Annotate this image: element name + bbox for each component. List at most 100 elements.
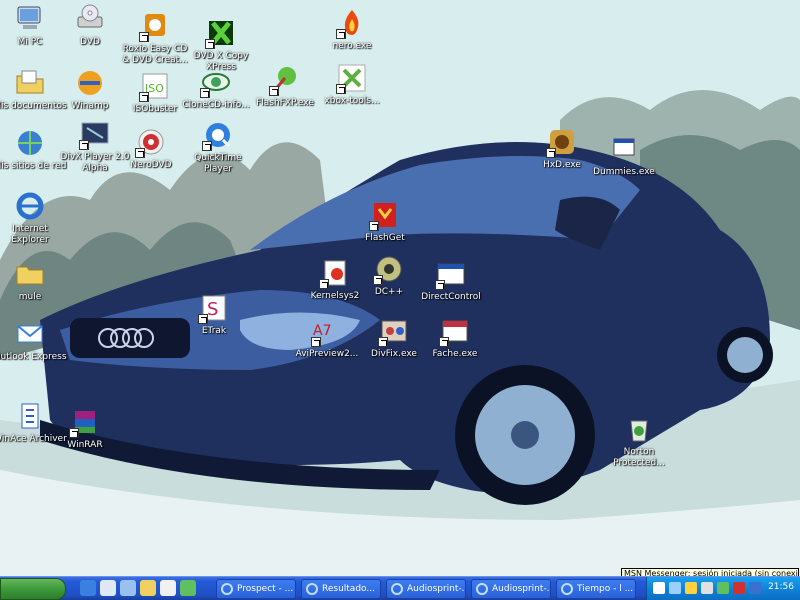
isobuster-icon: ISO bbox=[139, 70, 171, 102]
taskbar-button[interactable]: Resultado... bbox=[301, 579, 381, 599]
shortcut-arrow-icon bbox=[336, 84, 346, 94]
desktop-icon-flashfxp[interactable]: FlashFXP.exe bbox=[248, 64, 322, 109]
desktop-icon-winamp[interactable]: Winamp bbox=[53, 67, 127, 112]
avipreview-icon: A7 bbox=[311, 315, 343, 347]
icon-label: Fache.exe bbox=[432, 349, 478, 359]
taskbar-button[interactable]: Audiosprint-... bbox=[386, 579, 466, 599]
icon-label: Mis sitios de red bbox=[0, 161, 67, 171]
taskbar-button[interactable]: Prospect - ... bbox=[216, 579, 296, 599]
nero-flame-icon bbox=[336, 7, 368, 39]
desktop-icon-dvdxcopy[interactable]: DVD X Copy XPress bbox=[184, 17, 258, 73]
desktop-icon-norton-protected[interactable]: Norton Protected... bbox=[602, 413, 676, 469]
fache-icon bbox=[439, 315, 471, 347]
shortcut-arrow-icon bbox=[319, 279, 329, 289]
svg-text:S: S bbox=[207, 299, 218, 320]
antivirus-icon[interactable] bbox=[685, 582, 697, 594]
desktop-icon-directcontrol[interactable]: DirectControl bbox=[414, 258, 488, 303]
icon-label: NeroDVD bbox=[130, 160, 172, 170]
folder-icon bbox=[14, 258, 46, 290]
taskbar-button-label: Audiosprint-... bbox=[492, 584, 551, 594]
quick-launch-bar bbox=[80, 580, 196, 598]
icon-label: Winamp bbox=[71, 101, 109, 111]
internet-explorer-icon bbox=[14, 190, 46, 222]
outlook-express-icon bbox=[14, 318, 46, 350]
system-tray: 21:56 bbox=[646, 577, 800, 600]
icon-label: DVD bbox=[80, 37, 100, 47]
shortcut-arrow-icon bbox=[378, 337, 388, 347]
roxio-icon bbox=[139, 10, 171, 42]
desktop-icon-quicktime[interactable]: QuickTime Player bbox=[181, 119, 255, 175]
desktop-icon-mis-sitios-de-red[interactable]: Mis sitios de red bbox=[0, 127, 67, 172]
desktop-icon-nero[interactable]: nero.exe bbox=[315, 7, 389, 52]
hxdd-icon bbox=[546, 126, 578, 158]
internet-explorer-icon bbox=[220, 582, 234, 596]
desktop-icon-winrar[interactable]: WinRAR bbox=[48, 406, 122, 451]
desktop-icon-flashget[interactable]: FlashGet bbox=[348, 199, 422, 244]
desktop-icon-dummies[interactable]: Dummies.exe bbox=[587, 133, 661, 178]
desktop-icon-dvd[interactable]: DVD bbox=[53, 3, 127, 48]
divfix-icon bbox=[378, 315, 410, 347]
icon-label: QuickTime Player bbox=[194, 153, 242, 174]
shortcut-arrow-icon bbox=[369, 221, 379, 231]
icon-label: DirectControl bbox=[421, 292, 481, 302]
media-player-icon[interactable] bbox=[160, 580, 176, 596]
quicktime-icon bbox=[202, 119, 234, 151]
network-globe-icon bbox=[14, 127, 46, 159]
messenger-icon[interactable] bbox=[717, 582, 729, 594]
icon-label: Dummies.exe bbox=[593, 167, 655, 177]
desktop-icon-roxio[interactable]: Roxio Easy CD & DVD Creat... bbox=[118, 10, 192, 66]
icon-label: Outlook Express bbox=[0, 352, 67, 362]
shortcut-arrow-icon bbox=[269, 86, 279, 96]
etrak-icon: S bbox=[198, 292, 230, 324]
start-button[interactable] bbox=[0, 578, 66, 600]
internet-explorer-icon bbox=[390, 582, 404, 596]
computer-icon bbox=[14, 3, 46, 35]
icon-label: FlashGet bbox=[365, 233, 405, 243]
shortcut-arrow-icon bbox=[311, 337, 321, 347]
winace-icon bbox=[14, 400, 46, 432]
icon-label: xbox-tools... bbox=[324, 96, 380, 106]
internet-explorer-icon[interactable] bbox=[80, 580, 96, 596]
desktop-icon-fache[interactable]: Fache.exe bbox=[418, 315, 492, 360]
flashget-icon bbox=[369, 199, 401, 231]
icon-label: nero.exe bbox=[332, 41, 372, 51]
desktop-icon-xbox[interactable]: xbox-tools... bbox=[315, 62, 389, 107]
winrar-icon bbox=[69, 406, 101, 438]
security-icon[interactable] bbox=[749, 582, 761, 594]
taskbar-button-label: Tiempo - l ... bbox=[577, 584, 634, 594]
desktop-icon-etrak[interactable]: S ETrak bbox=[177, 292, 251, 337]
eye-icon bbox=[200, 66, 232, 98]
flashfxp-icon bbox=[269, 64, 301, 96]
icon-label: ETrak bbox=[201, 326, 227, 336]
dvd-drive-icon bbox=[74, 3, 106, 35]
desktop-icon-outlook-express[interactable]: Outlook Express bbox=[0, 318, 67, 363]
window-app-icon bbox=[435, 258, 467, 290]
show-desktop-icon[interactable] bbox=[120, 580, 136, 596]
folder-icon[interactable] bbox=[140, 580, 156, 596]
download-icon[interactable] bbox=[733, 582, 745, 594]
icon-label: Internet Explorer bbox=[11, 224, 49, 245]
messenger-icon[interactable] bbox=[180, 580, 196, 596]
taskbar-button[interactable]: Audiosprint-... bbox=[471, 579, 551, 599]
taskbar: Prospect - ... Resultado... Audiosprint-… bbox=[0, 576, 800, 600]
internet-explorer-icon bbox=[305, 582, 319, 596]
xbox-icon bbox=[336, 62, 368, 94]
dvd-x-copy-icon bbox=[205, 17, 237, 49]
desktop-icon-cloneinfo[interactable]: CloneCD-info... bbox=[179, 66, 253, 111]
shortcut-arrow-icon bbox=[200, 88, 210, 98]
desktop-icon-nerodvd[interactable]: NeroDVD bbox=[114, 126, 188, 171]
icon-label: mule bbox=[18, 292, 42, 302]
desktop-icon-internet-explorer[interactable]: Internet Explorer bbox=[0, 190, 67, 246]
taskbar-button-label: Prospect - ... bbox=[237, 584, 294, 594]
divx-player-icon bbox=[79, 118, 111, 150]
volume-icon[interactable] bbox=[701, 582, 713, 594]
outlook-express-icon[interactable] bbox=[100, 580, 116, 596]
shortcut-arrow-icon bbox=[435, 280, 445, 290]
dcpp-icon bbox=[373, 253, 405, 285]
taskbar-clock[interactable]: 21:56 bbox=[768, 582, 794, 592]
taskbar-button[interactable]: Tiempo - l ... bbox=[556, 579, 636, 599]
network-icon[interactable] bbox=[669, 582, 681, 594]
desktop-icon-avipreview[interactable]: A7 AviPreview2... bbox=[290, 315, 364, 360]
desktop-icon-mule[interactable]: mule bbox=[0, 258, 67, 303]
help-icon[interactable] bbox=[653, 582, 665, 594]
